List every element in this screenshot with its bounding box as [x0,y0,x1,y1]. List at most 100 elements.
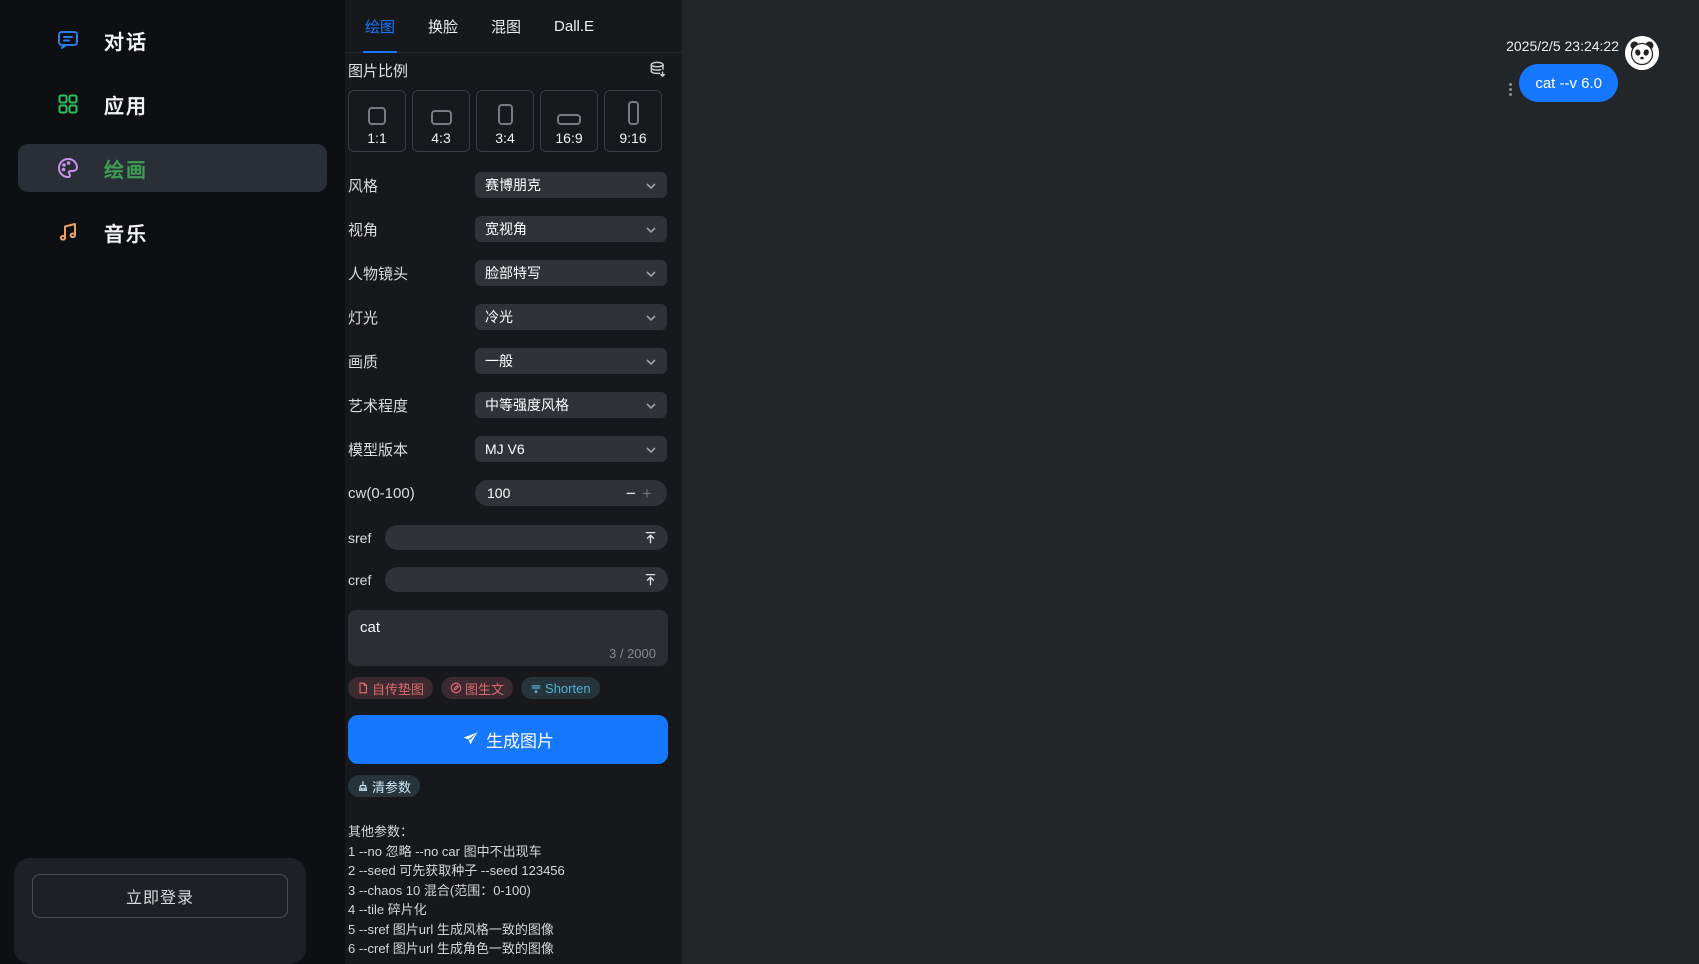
broom-icon [357,780,369,792]
tab-draw[interactable]: 绘图 [365,0,395,52]
ratio-option-4-3[interactable]: 4:3 [412,90,470,152]
tab-dalle[interactable]: Dall.E [554,0,594,52]
cw-stepper[interactable]: 100 − + [475,480,667,506]
message-options-icon[interactable] [1509,83,1512,96]
field-artistry: 艺术程度 中等强度风格 [345,392,682,418]
cw-value[interactable]: 100 [487,485,623,501]
field-sref: sref [345,525,682,550]
preset-database-icon[interactable] [648,60,668,80]
select-value: 一般 [485,351,513,371]
pen-circle-icon [450,682,462,694]
help-title: 其他参数： [348,822,682,842]
help-line: 1 --no 忽略 --no car 图中不出现车 [348,842,682,862]
decrement-button[interactable]: − [623,485,639,502]
lighting-select[interactable]: 冷光 [475,304,667,330]
field-label: 画质 [348,351,475,372]
tag-image-to-text[interactable]: 图生文 [441,677,513,699]
ratio-option-label: 3:4 [495,130,514,146]
tag-auto-pad-image[interactable]: 自传垫图 [348,677,433,699]
tab-blend[interactable]: 混图 [491,0,521,52]
music-note-icon [56,220,80,244]
message-timestamp: 2025/2/5 23:24:22 [1506,38,1619,54]
tag-label: 图生文 [465,679,504,698]
field-view-angle: 视角 宽视角 [345,216,682,242]
select-value: 中等强度风格 [485,395,569,415]
palette-icon [56,156,80,180]
ratio-option-16-9[interactable]: 16:9 [540,90,598,152]
field-label: 视角 [348,219,475,240]
help-line: 4 --tile 碎片化 [348,900,682,920]
upload-icon[interactable] [643,572,658,587]
prompt-textarea[interactable]: cat 3 / 2000 [348,610,668,666]
ratio-shape-icon [498,104,513,125]
ratio-option-9-16[interactable]: 9:16 [604,90,662,152]
help-line: 6 --cref 图片url 生成角色一致的图像 [348,939,682,959]
chevron-down-icon [645,223,657,235]
ratio-option-label: 4:3 [431,130,450,146]
character-shot-select[interactable]: 脸部特写 [475,260,667,286]
upload-icon[interactable] [643,530,658,545]
tag-shorten[interactable]: Shorten [521,677,600,699]
help-line: 3 --chaos 10 混合(范围：0-100) [348,881,682,901]
sref-input[interactable] [385,525,668,550]
ratio-option-label: 16:9 [555,130,582,146]
model-version-select[interactable]: MJ V6 [475,436,667,462]
login-button[interactable]: 立即登录 [32,874,288,918]
field-label: sref [348,530,385,546]
ratio-option-1-1[interactable]: 1:1 [348,90,406,152]
style-select[interactable]: 赛博朋克 [475,172,667,198]
chevron-down-icon [645,355,657,367]
field-character-shot: 人物镜头 脸部特写 [345,260,682,286]
cref-input[interactable] [385,567,668,592]
increment-button[interactable]: + [639,485,655,502]
generate-image-button[interactable]: 生成图片 [348,715,668,764]
select-value: MJ V6 [485,441,525,457]
help-line: 5 --sref 图片url 生成风格一致的图像 [348,920,682,940]
chevron-down-icon [645,267,657,279]
artistry-select[interactable]: 中等强度风格 [475,392,667,418]
field-label: cref [348,572,385,588]
field-label: 人物镜头 [348,263,475,284]
chevron-down-icon [645,179,657,191]
panda-avatar-icon [1625,36,1659,70]
ratio-header: 图片比例 [345,59,682,81]
ratio-shape-icon [557,114,581,125]
sidebar-item-label: 音乐 [104,218,148,247]
tab-face-swap[interactable]: 换脸 [428,0,458,52]
select-value: 脸部特写 [485,263,541,283]
ratio-shape-icon [628,101,639,125]
aspect-ratio-group: 1:1 4:3 3:4 16:9 9:16 [345,90,682,152]
paper-plane-icon [462,731,479,748]
chevron-down-icon [645,311,657,323]
field-label: 风格 [348,175,475,196]
clear-params-button[interactable]: 清参数 [348,775,420,797]
sidebar-item-label: 绘画 [104,154,148,183]
ratio-option-3-4[interactable]: 3:4 [476,90,534,152]
login-card: 立即登录 [14,858,306,964]
generate-label: 生成图片 [486,727,554,752]
tag-label: Shorten [545,681,591,696]
ratio-option-label: 1:1 [367,130,386,146]
field-label: cw(0-100) [348,485,475,502]
sidebar-item-apps[interactable]: 应用 [18,80,327,128]
ratio-shape-icon [431,110,452,125]
shorten-icon [530,682,542,694]
quality-select[interactable]: 一般 [475,348,667,374]
sidebar-item-chat[interactable]: 对话 [18,16,327,64]
clear-row: 清参数 [345,775,682,797]
avatar[interactable] [1625,36,1659,70]
select-value: 冷光 [485,307,513,327]
sidebar-item-label: 应用 [104,90,148,119]
ratio-shape-icon [368,107,386,125]
select-value: 赛博朋克 [485,175,541,195]
field-label: 艺术程度 [348,395,475,416]
prompt-text: cat [360,619,656,636]
view-angle-select[interactable]: 宽视角 [475,216,667,242]
char-counter: 3 / 2000 [609,646,656,661]
sidebar-item-drawing[interactable]: 绘画 [18,144,327,192]
sidebar-item-label: 对话 [104,26,148,55]
field-style: 风格 赛博朋克 [345,172,682,198]
user-message-bubble[interactable]: cat --v 6.0 [1519,64,1618,102]
field-label: 模型版本 [348,439,475,460]
sidebar-item-music[interactable]: 音乐 [18,208,327,256]
